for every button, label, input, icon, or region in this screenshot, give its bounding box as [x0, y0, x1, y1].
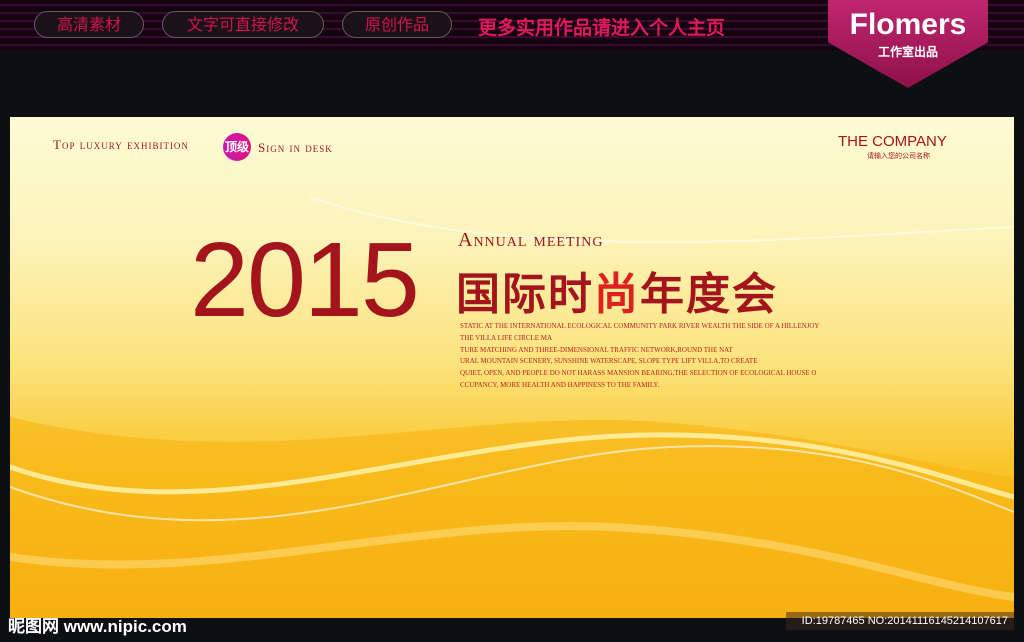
badge-brand: Flomers — [849, 8, 967, 41]
site-watermark: 昵图网 www.nipic.com — [8, 617, 187, 636]
pill-editable-text[interactable]: 文字可直接修改 — [162, 11, 324, 38]
title-part: 国际时 — [456, 269, 594, 320]
body-text: STATIC AT THE INTERNATIONAL ECOLOGICAL C… — [460, 321, 820, 392]
badge-sub: 工作室出品 — [877, 45, 938, 59]
company-sub: 请输入您的公司名称 — [867, 152, 930, 160]
promo-link[interactable]: 更多实用作品请进入个人主页 — [478, 13, 725, 40]
pill-original-work[interactable]: 原创作品 — [342, 11, 452, 38]
annual-meeting: Annual meeting — [458, 229, 604, 251]
body-line: QUIET, OPEN, AND PEOPLE DO NOT HARASS MA… — [460, 369, 817, 378]
year: 2015 — [190, 221, 420, 339]
pill-hd-material[interactable]: 高清素材 — [34, 11, 144, 38]
body-line: TURE MATCHING AND THREE-DIMENSIONAL TRAF… — [460, 345, 733, 354]
company-name: THE COMPANY — [838, 133, 947, 150]
title-highlight: 尚 — [594, 269, 640, 320]
body-line: STATIC AT THE INTERNATIONAL ECOLOGICAL C… — [460, 322, 820, 330]
top-grade-badge: 顶级 — [223, 133, 251, 161]
body-line: CCUPANCY, MORE HEALTH AND HAPPINESS TO T… — [460, 380, 660, 389]
studio-badge: Flomers 工作室出品 — [828, 0, 988, 88]
chinese-title: 国际时尚年度会 — [456, 258, 778, 322]
sign-in-text: Sign in desk — [258, 140, 333, 155]
title-part: 年度会 — [640, 269, 778, 320]
poster: Top luxury exhibition 顶级 Sign in desk TH… — [10, 117, 1014, 618]
body-line: URAL MOUNTAIN SCENERY, SUNSHINE WATERSCA… — [460, 357, 758, 366]
tagline: Top luxury exhibition — [53, 137, 189, 152]
body-line: THE VILLA LIFE CIRCLE MA — [460, 333, 553, 342]
image-id: ID:19787465 NO:20141116145214107617 — [786, 612, 1014, 630]
